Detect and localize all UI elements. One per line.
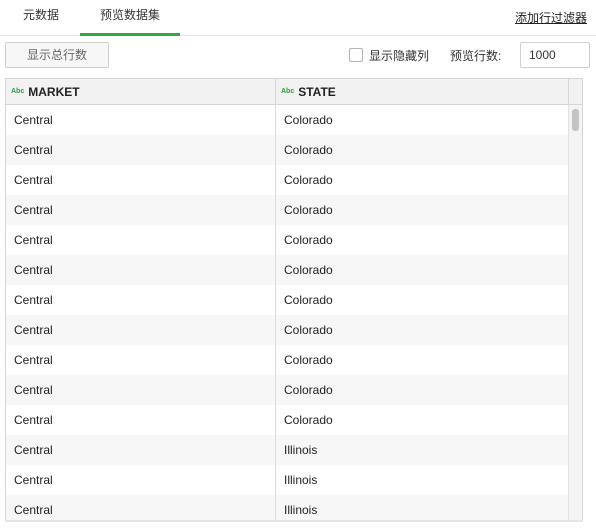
table-row[interactable]: Central Colorado <box>6 165 569 195</box>
market-cell[interactable]: Central <box>6 255 276 285</box>
market-cell[interactable]: Central <box>6 435 276 465</box>
preview-rows-input[interactable] <box>520 42 590 68</box>
state-cell[interactable]: Colorado <box>276 225 569 255</box>
market-cell[interactable]: Central <box>6 135 276 165</box>
table-row[interactable]: Central Colorado <box>6 285 569 315</box>
market-cell[interactable]: Central <box>6 315 276 345</box>
market-cell[interactable]: Central <box>6 345 276 375</box>
state-cell[interactable]: Colorado <box>276 315 569 345</box>
table-row[interactable]: Central Illinois <box>6 495 569 520</box>
add-row-filter-link[interactable]: 添加行过滤器 <box>515 9 587 26</box>
preview-rows-label: 预览行数: <box>450 49 502 63</box>
show-hidden-columns-checkbox[interactable] <box>349 48 363 62</box>
table-row[interactable]: Central Illinois <box>6 435 569 465</box>
state-cell[interactable]: Colorado <box>276 375 569 405</box>
column-name: STATE <box>298 85 336 99</box>
state-cell[interactable]: Colorado <box>276 165 569 195</box>
state-cell[interactable]: Colorado <box>276 285 569 315</box>
show-total-rows-button[interactable]: 显示总行数 <box>5 42 109 68</box>
tab-metadata[interactable]: 元数据 <box>2 0 80 35</box>
tab-bar: 元数据 预览数据集 添加行过滤器 <box>0 0 596 36</box>
market-cell[interactable]: Central <box>6 465 276 495</box>
scrollbar-thumb[interactable] <box>572 109 579 131</box>
table-row[interactable]: Central Colorado <box>6 315 569 345</box>
state-cell[interactable]: Colorado <box>276 105 569 135</box>
string-type-icon: Abc <box>281 88 295 95</box>
market-cell[interactable]: Central <box>6 375 276 405</box>
table-row[interactable]: Central Colorado <box>6 225 569 255</box>
market-cell[interactable]: Central <box>6 165 276 195</box>
table-row[interactable]: Central Colorado <box>6 345 569 375</box>
table-row[interactable]: Central Colorado <box>6 135 569 165</box>
market-cell[interactable]: Central <box>6 495 276 520</box>
column-name: MARKET <box>28 85 80 99</box>
grid-header: Abc MARKET Abc STATE <box>6 79 582 105</box>
tab-preview-dataset[interactable]: 预览数据集 <box>80 0 180 36</box>
market-cell[interactable]: Central <box>6 285 276 315</box>
horizontal-scrollbar[interactable] <box>5 520 583 522</box>
table-row[interactable]: Central Colorado <box>6 195 569 225</box>
table-row[interactable]: Central Illinois <box>6 465 569 495</box>
market-cell[interactable]: Central <box>6 195 276 225</box>
state-cell[interactable]: Colorado <box>276 345 569 375</box>
column-header-state[interactable]: Abc STATE <box>276 79 569 104</box>
state-cell[interactable]: Illinois <box>276 465 569 495</box>
table-row[interactable]: Central Colorado <box>6 405 569 435</box>
vertical-scrollbar[interactable] <box>568 105 582 520</box>
grid-body: Central Colorado Central Colorado Central Col… <box>6 105 569 520</box>
state-cell[interactable]: Colorado <box>276 405 569 435</box>
data-grid: Abc MARKET Abc STATE Central Colorado Centra… <box>5 78 583 521</box>
state-cell[interactable]: Colorado <box>276 135 569 165</box>
state-cell[interactable]: Colorado <box>276 195 569 225</box>
market-cell[interactable]: Central <box>6 225 276 255</box>
state-cell[interactable]: Colorado <box>276 255 569 285</box>
state-cell[interactable]: Illinois <box>276 435 569 465</box>
show-hidden-columns-label: 显示隐藏列 <box>369 49 430 63</box>
column-header-market[interactable]: Abc MARKET <box>6 79 276 104</box>
table-row[interactable]: Central Colorado <box>6 375 569 405</box>
state-cell[interactable]: Illinois <box>276 495 569 520</box>
market-cell[interactable]: Central <box>6 105 276 135</box>
market-cell[interactable]: Central <box>6 405 276 435</box>
table-row[interactable]: Central Colorado <box>6 255 569 285</box>
string-type-icon: Abc <box>11 88 25 95</box>
table-row[interactable]: Central Colorado <box>6 105 569 135</box>
